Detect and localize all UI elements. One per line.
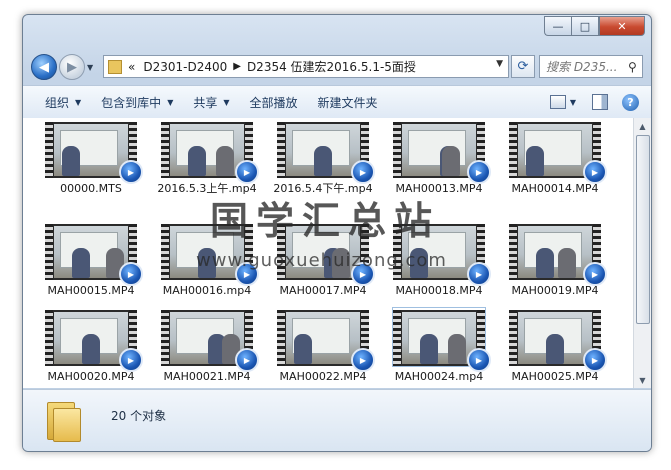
share-label: 共享 bbox=[193, 95, 218, 110]
video-thumbnail: ▶ bbox=[509, 222, 607, 286]
media-player-icon: ▶ bbox=[235, 348, 259, 372]
watermark-title: 国学汇总站 bbox=[210, 199, 441, 243]
details-pane: 20 个对象 bbox=[23, 389, 651, 451]
play-all-button[interactable]: 全部播放 bbox=[240, 91, 308, 113]
minimize-button[interactable]: — bbox=[544, 16, 571, 36]
scroll-up-icon[interactable]: ▲ bbox=[634, 118, 651, 134]
file-item[interactable]: ▶ 2016.5.4下午.mp4 bbox=[268, 120, 378, 195]
include-library-label: 包含到库中 bbox=[101, 95, 162, 110]
file-item[interactable]: ▶ MAH00025.MP4 bbox=[500, 308, 610, 383]
file-name: MAH00025.MP4 bbox=[511, 370, 599, 383]
preview-pane-icon[interactable] bbox=[592, 94, 608, 110]
scroll-down-icon[interactable]: ▼ bbox=[634, 372, 651, 388]
search-input[interactable] bbox=[544, 58, 626, 75]
file-name: MAH00024.mp4 bbox=[394, 370, 484, 383]
file-name: MAH00022.MP4 bbox=[279, 370, 367, 383]
toolbar-right: ▼ ? bbox=[549, 86, 651, 118]
file-name: 00000.MTS bbox=[60, 182, 122, 195]
file-name: MAH00020.MP4 bbox=[47, 370, 135, 383]
file-name: MAH00019.MP4 bbox=[511, 284, 599, 297]
search-box[interactable]: ⚲ bbox=[539, 55, 643, 78]
media-player-icon: ▶ bbox=[119, 160, 143, 184]
file-item[interactable]: ▶ 00000.MTS bbox=[36, 120, 146, 195]
file-item[interactable]: ▶ MAH00015.MP4 bbox=[36, 222, 146, 297]
file-item[interactable]: ▶ MAH00019.MP4 bbox=[500, 222, 610, 297]
media-player-icon: ▶ bbox=[583, 262, 607, 286]
command-bar: 组织 ▼ 包含到库中 ▼ 共享 ▼ 全部播放 新建文件夹 ▼ ? bbox=[23, 85, 651, 119]
back-button[interactable]: ◀ bbox=[31, 54, 57, 80]
recent-pages-dropdown[interactable]: ▼ bbox=[87, 63, 93, 72]
help-icon[interactable]: ? bbox=[622, 93, 639, 111]
video-thumbnail: ▶ bbox=[45, 222, 143, 286]
media-player-icon: ▶ bbox=[119, 262, 143, 286]
video-thumbnail: ▶ bbox=[161, 308, 259, 372]
media-player-icon: ▶ bbox=[119, 348, 143, 372]
folder-icon bbox=[108, 59, 122, 74]
folder-icon bbox=[47, 402, 81, 442]
video-thumbnail: ▶ bbox=[45, 308, 143, 372]
file-item[interactable]: ▶ MAH00022.MP4 bbox=[268, 308, 378, 383]
media-player-icon: ▶ bbox=[467, 348, 491, 372]
window-controls: — □ ✕ bbox=[544, 16, 645, 36]
video-thumbnail: ▶ bbox=[509, 308, 607, 372]
breadcrumb-overflow[interactable]: « bbox=[128, 60, 135, 74]
file-item[interactable]: ▶ MAH00020.MP4 bbox=[36, 308, 146, 383]
media-player-icon: ▶ bbox=[467, 160, 491, 184]
video-thumbnail: ▶ bbox=[45, 120, 143, 184]
chevron-down-icon: ▼ bbox=[167, 97, 174, 107]
organize-menu[interactable]: 组织 ▼ bbox=[35, 91, 91, 113]
search-icon[interactable]: ⚲ bbox=[628, 60, 637, 74]
media-player-icon: ▶ bbox=[583, 160, 607, 184]
forward-button[interactable]: ▶ bbox=[59, 54, 85, 80]
view-options-icon[interactable] bbox=[549, 95, 566, 109]
file-name: MAH00017.MP4 bbox=[279, 284, 367, 297]
address-bar[interactable]: « D2301-D2400 ▶ D2354 伍建宏2016.5.1-5面授 ▼ bbox=[103, 55, 509, 78]
address-dropdown-icon[interactable]: ▼ bbox=[496, 59, 503, 69]
chevron-down-icon: ▼ bbox=[75, 97, 82, 107]
file-item[interactable]: ▶ MAH00021.MP4 bbox=[152, 308, 262, 383]
file-name: MAH00018.MP4 bbox=[395, 284, 483, 297]
arrow-left-icon: ◀ bbox=[39, 59, 49, 75]
media-player-icon: ▶ bbox=[351, 348, 375, 372]
breadcrumb-separator-icon[interactable]: ▶ bbox=[233, 61, 241, 72]
include-library-menu[interactable]: 包含到库中 ▼ bbox=[91, 91, 183, 113]
file-name: MAH00015.MP4 bbox=[47, 284, 135, 297]
close-button[interactable]: ✕ bbox=[599, 16, 645, 36]
file-item[interactable]: ▶ 2016.5.3上午.mp4 bbox=[152, 120, 262, 195]
arrow-right-icon: ▶ bbox=[67, 59, 77, 75]
video-thumbnail: ▶ bbox=[277, 120, 375, 184]
file-item[interactable]: ▶ MAH00013.MP4 bbox=[384, 120, 494, 195]
file-item[interactable]: ▶ MAH00014.MP4 bbox=[500, 120, 610, 195]
media-player-icon: ▶ bbox=[467, 262, 491, 286]
share-menu[interactable]: 共享 ▼ bbox=[183, 91, 239, 113]
media-player-icon: ▶ bbox=[235, 160, 259, 184]
refresh-icon: ⟳ bbox=[517, 59, 529, 74]
refresh-button[interactable]: ⟳ bbox=[511, 55, 535, 78]
media-player-icon: ▶ bbox=[583, 348, 607, 372]
video-thumbnail: ▶ bbox=[277, 308, 375, 372]
address-row: ◀ ▶ ▼ « D2301-D2400 ▶ D2354 伍建宏2016.5.1-… bbox=[23, 51, 651, 81]
media-player-icon: ▶ bbox=[351, 160, 375, 184]
new-folder-button[interactable]: 新建文件夹 bbox=[308, 91, 388, 113]
chevron-down-icon: ▼ bbox=[223, 97, 230, 107]
video-thumbnail: ▶ bbox=[393, 120, 491, 184]
video-thumbnail: ▶ bbox=[392, 307, 491, 372]
breadcrumb-item[interactable]: D2354 伍建宏2016.5.1-5面授 bbox=[247, 58, 416, 75]
chevron-down-icon[interactable]: ▼ bbox=[570, 98, 576, 107]
file-name: MAH00021.MP4 bbox=[163, 370, 251, 383]
file-name: MAH00014.MP4 bbox=[511, 182, 599, 195]
vertical-scrollbar[interactable]: ▲ ▼ bbox=[633, 118, 651, 388]
file-item[interactable]: ▶ MAH00024.mp4 bbox=[384, 307, 494, 383]
scrollbar-thumb[interactable] bbox=[636, 135, 650, 324]
watermark-url: www.guoxuehuizong.com bbox=[196, 250, 447, 271]
maximize-button[interactable]: □ bbox=[571, 16, 599, 36]
item-count: 20 个对象 bbox=[111, 409, 167, 423]
organize-label: 组织 bbox=[45, 95, 70, 110]
video-thumbnail: ▶ bbox=[509, 120, 607, 184]
file-name: MAH00016.mp4 bbox=[162, 284, 252, 297]
video-thumbnail: ▶ bbox=[161, 120, 259, 184]
breadcrumb-item[interactable]: D2301-D2400 bbox=[143, 60, 227, 74]
